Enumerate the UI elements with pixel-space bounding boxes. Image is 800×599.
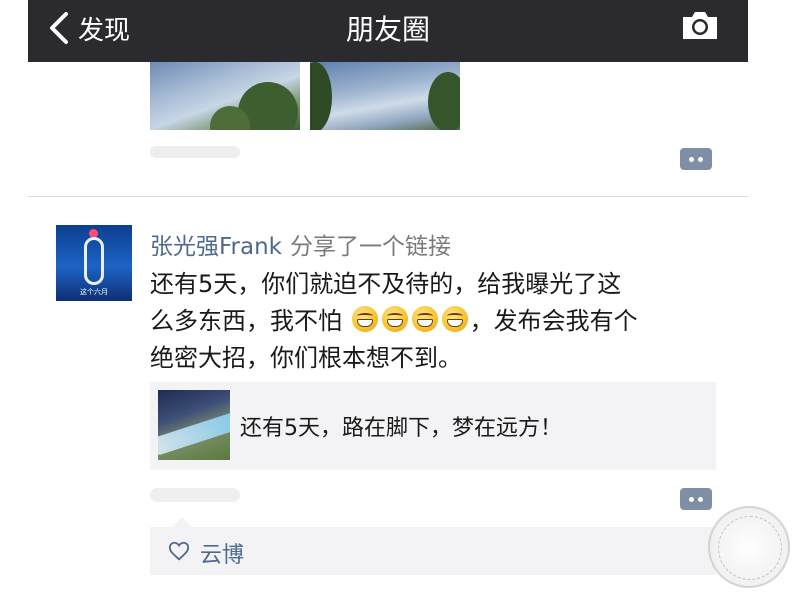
shared-link-card[interactable]: 还有5天，路在脚下，梦在远方！ <box>150 382 716 470</box>
post-timestamp <box>150 488 240 502</box>
post-action: 分享了一个链接 <box>290 234 452 260</box>
author-name[interactable]: 张光强Frank <box>150 234 282 260</box>
post-photo[interactable] <box>310 62 460 130</box>
grin-emoji-icon <box>411 306 438 332</box>
nav-bar: 发现 朋友圈 <box>28 0 748 62</box>
post-text-line: 还有5天，你们就迫不及待的，给我曝光了这 <box>150 270 622 298</box>
likes-box: 云博 <box>150 517 716 575</box>
grin-emoji-icon <box>381 306 408 332</box>
post-text-line: 么多东西，我不怕 <box>150 307 342 335</box>
post-text-line: 绝密大招，你们根本想不到。 <box>150 344 462 372</box>
emoji-group <box>351 306 468 332</box>
avatar-caption: 这个六月 <box>80 288 108 296</box>
watermark-seal <box>708 506 790 588</box>
avatar[interactable]: 这个六月 <box>56 225 132 301</box>
grin-emoji-icon <box>441 306 468 332</box>
link-title: 还有5天，路在脚下，梦在远方！ <box>240 416 562 441</box>
post-photo[interactable] <box>150 62 300 130</box>
post-timestamp <box>150 146 240 158</box>
comment-button[interactable] <box>680 148 712 170</box>
post-text-line: ，发布会我有个 <box>469 307 638 335</box>
page-title: 朋友圈 <box>345 13 430 46</box>
post-divider <box>28 196 748 197</box>
comment-button[interactable] <box>680 488 712 510</box>
post-header: 张光强Frank 分享了一个链接 <box>150 227 451 261</box>
left-margin <box>0 0 28 599</box>
camera-icon[interactable] <box>680 8 720 42</box>
moments-feed: 这个六月 张光强Frank 分享了一个链接 还有5天，你们就迫不及待的，给我曝光了… <box>28 62 748 599</box>
post-text: 还有5天，你们就迫不及待的，给我曝光了这 么多东西，我不怕 ，发布会我有个 绝密… <box>150 266 730 377</box>
link-thumbnail <box>158 390 230 460</box>
grin-emoji-icon <box>351 306 378 332</box>
liker-name[interactable]: 云博 <box>200 537 244 569</box>
heart-icon <box>168 541 190 561</box>
